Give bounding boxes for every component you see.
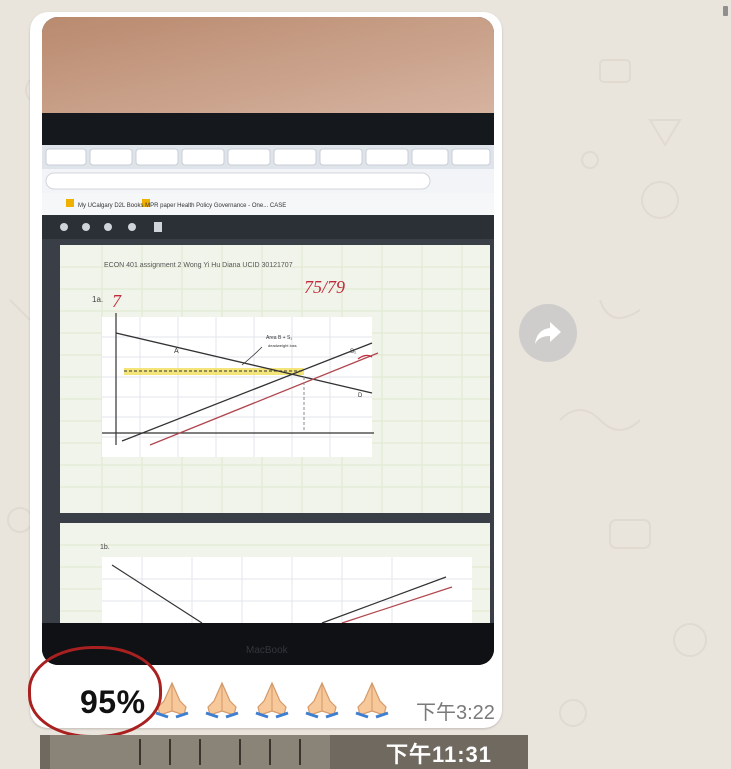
scroll-indicator [723,6,728,16]
next-image-message[interactable]: 下午11:31 [40,735,528,769]
message-timestamp: 下午3:22 [416,702,495,724]
image-message-bubble[interactable]: My UCalgary D2L Books MPR paper Health P… [30,12,502,728]
grade-mark: 75/79 [304,277,345,297]
next-message-timestamp: 下午11:31 [385,742,492,767]
photo-of-laptop-screen: My UCalgary D2L Books MPR paper Health P… [42,17,494,665]
folded-hands-icon [305,681,339,719]
folded-hands-icon [255,681,289,719]
folded-hands-icon [205,681,239,719]
folded-hands-icon [355,681,389,719]
svg-text:D: D [358,393,363,399]
svg-text:A: A [174,348,179,355]
doc-header: ECON 401 assignment 2 Wong Yi Hu Diana U… [104,262,293,269]
graph-annotation: Area B + S₁ [266,335,292,341]
caption-percent: 95% [80,683,146,720]
svg-text:MacBook: MacBook [246,645,289,656]
message-photo[interactable]: My UCalgary D2L Books MPR paper Health P… [42,17,494,665]
folded-hands-icon [155,681,189,719]
forward-button[interactable] [519,304,577,362]
second-part-label: 1b. [100,544,110,551]
part-score: 7 [112,291,122,311]
part-label: 1a. [92,295,103,304]
bookmarks-text: My UCalgary D2L Books MPR paper Health P… [78,203,286,209]
emoji-row [150,676,394,722]
forward-arrow-icon [535,322,561,344]
svg-text:S₁: S₁ [350,349,356,355]
svg-text:deadweight loss: deadweight loss [268,343,297,348]
